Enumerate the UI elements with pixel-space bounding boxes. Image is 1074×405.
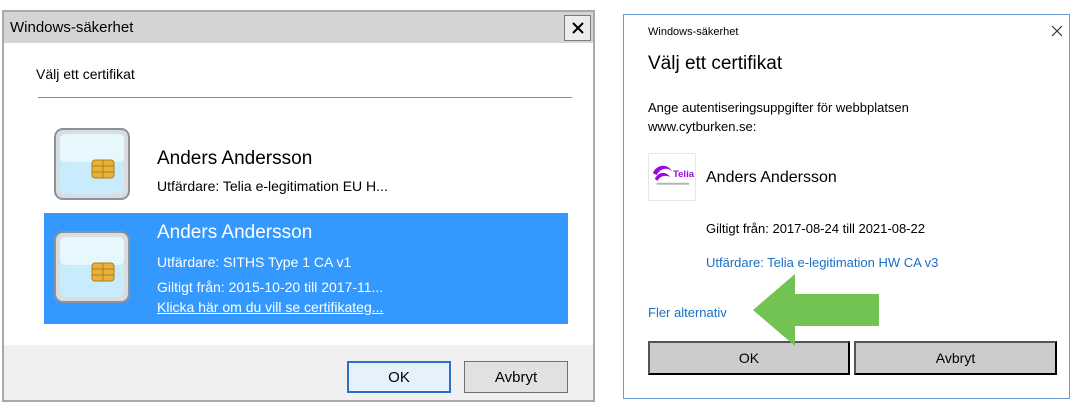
more-options-link[interactable]: Fler alternativ <box>648 305 727 320</box>
left-divider <box>38 97 572 98</box>
right-window-title: Windows-säkerhet <box>648 26 739 38</box>
cancel-button[interactable]: Avbryt <box>464 361 568 393</box>
left-titlebar: Windows-säkerhet <box>4 12 593 43</box>
smart-card-icon <box>54 231 130 303</box>
close-icon <box>571 22 584 34</box>
certificate-validity: Giltigt från: 2015-10-20 till 2017-11... <box>157 279 384 295</box>
left-button-bar: OK Avbryt <box>4 345 593 400</box>
left-dialog-heading: Välj ett certifikat <box>36 66 135 82</box>
certificate-validity: Giltigt från: 2017-08-24 till 2021-08-22 <box>706 221 925 236</box>
site-description: Ange autentiseringsuppgifter för webbpla… <box>648 100 909 134</box>
certificate-name: Anders Andersson <box>157 148 313 169</box>
right-dialog-heading: Välj ett certifikat <box>648 53 783 74</box>
smart-card-icon <box>54 128 130 200</box>
close-icon[interactable] <box>1050 24 1064 38</box>
ok-button[interactable]: OK <box>347 361 451 393</box>
arrow-left-icon <box>753 274 879 346</box>
cancel-button[interactable]: Avbryt <box>854 341 1057 375</box>
certificate-name: Anders Andersson <box>157 222 313 243</box>
left-window-title: Windows-säkerhet <box>10 19 134 36</box>
left-close-button[interactable] <box>564 15 591 41</box>
certificate-name[interactable]: Anders Andersson <box>706 169 837 187</box>
certificate-issuer: Utfärdare: Telia e-legitimation EU H... <box>157 178 388 194</box>
telia-logo-text: Telia <box>673 169 695 180</box>
certificate-item-selected[interactable]: Anders Andersson Utfärdare: SITHS Type 1… <box>44 213 568 324</box>
certificate-item[interactable]: Anders Andersson Utfärdare: Telia e-legi… <box>44 118 568 208</box>
certificate-issuer-link[interactable]: Utfärdare: Telia e-legitimation HW CA v3 <box>706 255 938 270</box>
certificate-details-link[interactable]: Klicka här om du vill se certifikateg... <box>157 299 383 315</box>
certificate-issuer: Utfärdare: SITHS Type 1 CA v1 <box>157 254 352 270</box>
left-certificate-dialog: Windows-säkerhet Välj ett certifikat And… <box>2 10 595 402</box>
telia-logo-icon: Telia <box>648 153 696 201</box>
